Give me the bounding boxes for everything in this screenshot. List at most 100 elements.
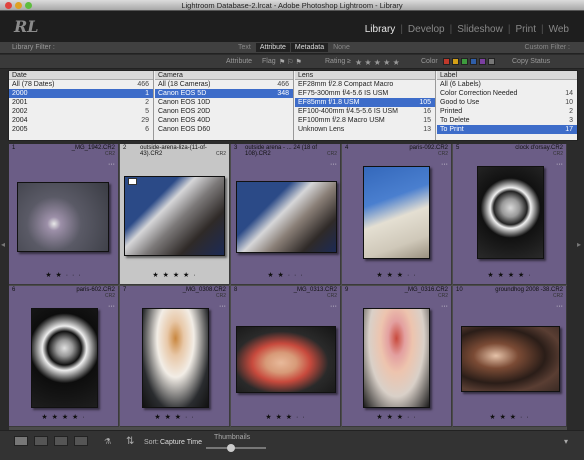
row-label: Canon EOS 20D — [158, 108, 211, 115]
column-row[interactable]: EF85mm f/1.8 USM 105 — [295, 98, 435, 107]
module-print[interactable]: Print — [510, 24, 541, 35]
column-row[interactable]: EF28mm f/2.8 Compact Macro — [295, 80, 435, 89]
color-filter-green[interactable] — [461, 58, 468, 65]
column-row[interactable]: 2000 1 — [9, 89, 153, 98]
color-filter-none[interactable] — [488, 58, 495, 65]
toolbar: ⚗ ⇅ Sort: Capture Time Thumbnails ▾ — [0, 430, 584, 460]
row-count: 14 — [565, 90, 573, 97]
cell-extension: CR2 — [326, 151, 337, 157]
column-row[interactable]: Color Correction Needed 14 — [437, 89, 577, 98]
filter-tab-attribute[interactable]: Attribute — [255, 43, 290, 52]
column-row[interactable]: 2001 2 — [9, 98, 153, 107]
column-row[interactable]: Canon EOS 10D — [155, 98, 293, 107]
filter-tab-text[interactable]: Text — [234, 43, 255, 52]
more-icon[interactable]: ··· — [556, 161, 563, 168]
more-icon[interactable]: ··· — [441, 161, 448, 168]
column-row[interactable]: Canon EOS D60 — [155, 125, 293, 134]
thumbnail-size-slider-knob[interactable] — [227, 444, 236, 452]
module-library[interactable]: Library — [360, 24, 401, 35]
flag-icons[interactable]: ⚑ ⚐ ⚑ — [279, 58, 302, 66]
rating-stars[interactable]: ★ ★ ★ · · — [453, 413, 566, 421]
rating-stars[interactable]: ★ ★ · · · — [9, 271, 118, 279]
module-develop[interactable]: Develop — [403, 24, 450, 35]
column-row[interactable]: 2002 5 — [9, 107, 153, 116]
more-icon[interactable]: ··· — [108, 161, 115, 168]
rating-stars[interactable]: ★ ★ ★ · · — [120, 413, 229, 421]
toolbar-menu-icon[interactable]: ▾ — [564, 437, 568, 446]
color-filter-red[interactable] — [443, 58, 450, 65]
sort-direction-icon[interactable]: ⇅ — [126, 436, 134, 447]
cell-extension: CR2 — [215, 293, 226, 299]
column-row[interactable]: To Print 17 — [437, 125, 577, 134]
column-row[interactable]: All (78 Dates) 466 — [9, 80, 153, 89]
column-header[interactable]: Label — [437, 71, 577, 80]
row-count: 10 — [565, 99, 573, 106]
sort-dropdown[interactable]: Capture Time — [160, 439, 202, 446]
rating-stars[interactable]: ★ ★ · · · — [231, 271, 340, 279]
rating-stars[interactable]: ★ ★ ★ ★ · — [453, 271, 566, 279]
more-icon[interactable]: ··· — [108, 303, 115, 310]
column-row[interactable]: 2005 6 — [9, 125, 153, 134]
more-icon[interactable]: ··· — [330, 161, 337, 168]
left-panel-toggle-icon[interactable]: ◂ — [1, 240, 5, 249]
column-row[interactable]: 2004 29 — [9, 116, 153, 125]
column-header[interactable]: Camera — [155, 71, 293, 80]
column-row[interactable]: EF75-300mm f/4-5.6 IS USM — [295, 89, 435, 98]
column-row[interactable]: Printed 2 — [437, 107, 577, 116]
column-row[interactable]: Canon EOS 5D 348 — [155, 89, 293, 98]
more-icon[interactable]: ··· — [219, 303, 226, 310]
row-count: 6 — [145, 126, 149, 133]
rating-operator[interactable]: ≥ — [347, 58, 351, 65]
column-row[interactable]: Unknown Lens 13 — [295, 125, 435, 134]
module-web[interactable]: Web — [544, 24, 574, 35]
survey-view-button[interactable] — [74, 436, 88, 446]
row-label: 2000 — [12, 90, 28, 97]
more-icon[interactable]: ··· — [330, 303, 337, 310]
photo-cell[interactable]: 8 _MG_0313.CR2 CR2 ··· ★ ★ ★ · · — [231, 286, 341, 427]
photo-cell[interactable]: 10 groundhog 2008 -38.CR2 CR2 ··· ★ ★ ★ … — [453, 286, 567, 427]
column-row[interactable]: Good to Use 10 — [437, 98, 577, 107]
compare-view-button[interactable] — [54, 436, 68, 446]
rating-stars[interactable]: ★ ★ ★ · · — [231, 413, 340, 421]
color-filter-purple[interactable] — [479, 58, 486, 65]
rating-stars[interactable]: ★ ★ ★ ★ · — [9, 413, 118, 421]
photo-cell[interactable]: 7 _MG_0308.CR2 CR2 ··· ★ ★ ★ · · — [120, 286, 230, 427]
photo-cell[interactable]: 5 clock d'orsay.CR2 CR2 ··· ★ ★ ★ ★ · — [453, 144, 567, 285]
cell-index: 7 — [123, 287, 127, 293]
cell-extension: CR2 — [437, 293, 448, 299]
column-row[interactable]: Canon EOS 40D — [155, 116, 293, 125]
custom-filter-dropdown[interactable]: Custom Filter : — [524, 44, 570, 51]
rating-stars[interactable]: ★ ★ ★ · · — [342, 271, 451, 279]
column-row[interactable]: All (6 Labels) — [437, 80, 577, 89]
column-header[interactable]: Lens — [295, 71, 435, 80]
photo-cell[interactable]: 2 outside-arena-liza-(11-of-43).CR2 CR2 … — [120, 144, 230, 285]
painter-icon[interactable]: ⚗ — [104, 437, 111, 446]
rating-stars[interactable]: ★ ★ ★ · · — [342, 413, 451, 421]
rating-stars-filter[interactable]: ★ ★ ★ ★ ★ — [355, 58, 400, 67]
row-count: 466 — [137, 81, 149, 88]
column-header[interactable]: Date — [9, 71, 153, 80]
column-row[interactable]: To Delete 3 — [437, 116, 577, 125]
module-slideshow[interactable]: Slideshow — [452, 24, 508, 35]
column-row[interactable]: EF100mm f/2.8 Macro USM 15 — [295, 116, 435, 125]
column-row[interactable]: EF100-400mm f/4.5-5.6 IS USM 16 — [295, 107, 435, 116]
photo-cell[interactable]: 3 outside arena - ... 24 (18 of 108).CR2… — [231, 144, 341, 285]
right-panel-toggle-icon[interactable]: ▸ — [577, 240, 581, 249]
more-icon[interactable]: ··· — [556, 303, 563, 310]
more-icon[interactable]: ··· — [441, 303, 448, 310]
photo-cell[interactable]: 1 _MG_1942.CR2 CR2 ··· ★ ★ · · · — [9, 144, 119, 285]
photo-cell[interactable]: 6 paris-602.CR2 CR2 ··· ★ ★ ★ ★ · — [9, 286, 119, 427]
rating-stars[interactable]: ★ ★ ★ ★ · — [120, 271, 229, 279]
column-row[interactable]: Canon EOS 20D — [155, 107, 293, 116]
color-filter-blue[interactable] — [470, 58, 477, 65]
filter-tab-metadata[interactable]: Metadata — [290, 43, 329, 52]
column-row[interactable]: All (18 Cameras) 466 — [155, 80, 293, 89]
photo-cell[interactable]: 4 paris-092.CR2 CR2 ··· ★ ★ ★ · · — [342, 144, 452, 285]
loupe-view-button[interactable] — [34, 436, 48, 446]
cell-extension: CR2 — [104, 293, 115, 299]
filter-tab-none[interactable]: None — [329, 43, 354, 52]
photo-cell[interactable]: 9 _MG_0316.CR2 CR2 ··· ★ ★ ★ · · — [342, 286, 452, 427]
color-filter-yellow[interactable] — [452, 58, 459, 65]
grid-view-button[interactable] — [14, 436, 28, 446]
thumbnail-size-slider[interactable] — [206, 447, 266, 449]
